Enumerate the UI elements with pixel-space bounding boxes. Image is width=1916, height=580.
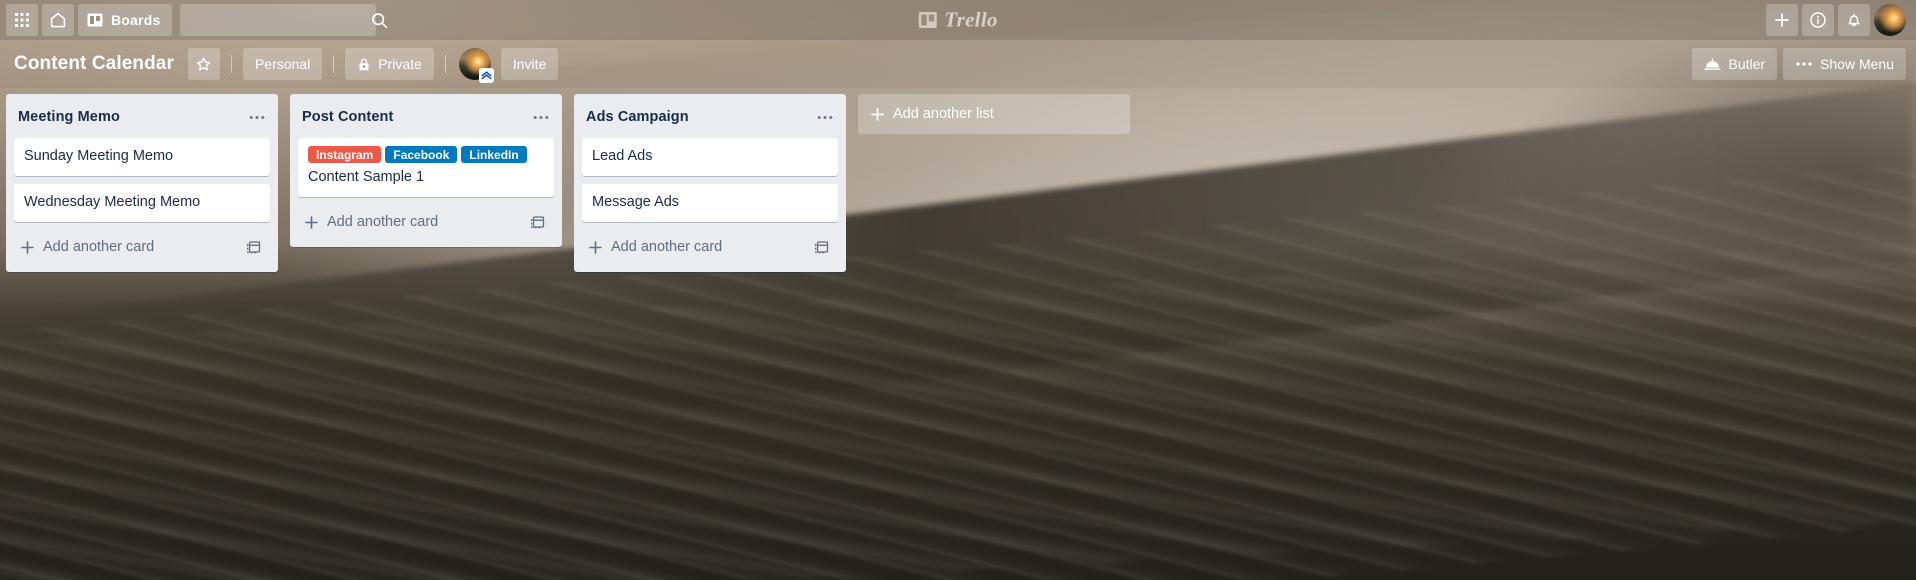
star-outline-icon	[195, 56, 212, 73]
add-card-label: Add another card	[327, 214, 439, 230]
add-list-button[interactable]: Add another list	[858, 94, 1130, 134]
show-menu-button[interactable]: Show Menu	[1783, 48, 1906, 80]
show-menu-label: Show Menu	[1820, 56, 1894, 72]
trello-logo[interactable]: Trello	[918, 8, 998, 33]
plus-icon	[1773, 11, 1791, 29]
board-header-bar: Content Calendar Personal Private Invite…	[0, 40, 1916, 88]
info-button[interactable]	[1802, 4, 1834, 36]
butler-cloche-icon	[1704, 57, 1722, 72]
avatar[interactable]	[1874, 4, 1906, 36]
list-header: Ads Campaign	[574, 94, 846, 138]
card-title: Sunday Meeting Memo	[24, 148, 174, 164]
visibility-label: Private	[378, 56, 422, 72]
list-header: Meeting Memo	[6, 94, 278, 138]
list-cards: Lead Ads Message Ads	[574, 138, 846, 222]
card-title: Lead Ads	[592, 148, 653, 164]
list-title[interactable]: Meeting Memo	[18, 109, 244, 125]
top-header-bar: Boards Trello	[0, 0, 1916, 40]
add-card-button[interactable]: Add another card	[14, 230, 270, 264]
member-badge-icon	[478, 68, 494, 83]
search-box[interactable]	[180, 4, 388, 36]
home-icon	[49, 11, 67, 29]
list-header: Post Content	[290, 94, 562, 138]
card-label-facebook[interactable]: Facebook	[385, 146, 458, 163]
card-template-icon[interactable]	[528, 212, 548, 232]
board-header-right-actions: Butler Show Menu	[1692, 48, 1906, 80]
board-lists-canvas: Meeting Memo Sunday Meeting Memo Wednesd…	[0, 88, 1916, 580]
workspace-label: Personal	[254, 56, 311, 72]
boards-label: Boards	[111, 12, 161, 28]
card[interactable]: Sunday Meeting Memo	[14, 138, 270, 176]
list-meeting-memo[interactable]: Meeting Memo Sunday Meeting Memo Wednesd…	[6, 94, 278, 272]
invite-label: Invite	[512, 56, 547, 72]
card[interactable]: Instagram Facebook LinkedIn Content Samp…	[298, 138, 554, 197]
list-menu-button[interactable]	[812, 104, 838, 130]
member-avatar[interactable]	[458, 48, 494, 83]
card-template-icon[interactable]	[812, 237, 832, 257]
plus-icon	[304, 215, 319, 230]
list-title[interactable]: Post Content	[302, 109, 528, 125]
star-board-button[interactable]	[187, 48, 220, 80]
board-icon	[87, 12, 103, 28]
trello-wordmark: Trello	[944, 7, 998, 32]
header-right-actions	[1766, 4, 1910, 36]
visibility-button[interactable]: Private	[345, 48, 434, 80]
boards-button[interactable]: Boards	[78, 4, 173, 36]
add-button[interactable]	[1766, 4, 1798, 36]
page-title: Content Calendar	[14, 53, 174, 74]
list-ads-campaign[interactable]: Ads Campaign Lead Ads Message Ads Add an…	[574, 94, 846, 272]
list-menu-button[interactable]	[528, 104, 554, 130]
plus-icon	[20, 240, 35, 255]
list-cards: Instagram Facebook LinkedIn Content Samp…	[290, 138, 562, 197]
list-post-content[interactable]: Post Content Instagram Facebook LinkedIn…	[290, 94, 562, 247]
card-title: Wednesday Meeting Memo	[24, 194, 201, 210]
workspace-button[interactable]: Personal	[242, 48, 323, 80]
add-card-button[interactable]: Add another card	[298, 205, 554, 239]
add-list-label: Add another list	[893, 106, 994, 122]
card[interactable]: Lead Ads	[582, 138, 838, 176]
card-label-linkedin[interactable]: LinkedIn	[461, 146, 527, 163]
list-menu-button[interactable]	[244, 104, 270, 130]
divider	[333, 55, 335, 73]
card-title: Content Sample 1	[308, 169, 425, 185]
apps-grid-button[interactable]	[6, 4, 38, 36]
card-labels: Instagram Facebook LinkedIn	[308, 146, 546, 163]
grid-apps-icon	[14, 12, 30, 28]
lock-icon	[357, 57, 371, 72]
divider	[230, 55, 232, 73]
add-card-label: Add another card	[611, 239, 723, 255]
bell-icon	[1845, 11, 1863, 29]
plus-icon	[870, 107, 885, 122]
butler-label: Butler	[1728, 56, 1766, 72]
card-label-instagram[interactable]: Instagram	[308, 146, 382, 163]
card-template-icon[interactable]	[244, 237, 264, 257]
card[interactable]: Message Ads	[582, 184, 838, 222]
card[interactable]: Wednesday Meeting Memo	[14, 184, 270, 222]
list-title[interactable]: Ads Campaign	[586, 109, 812, 125]
invite-button[interactable]: Invite	[500, 48, 559, 80]
plus-icon	[588, 240, 603, 255]
home-button[interactable]	[42, 4, 74, 36]
add-card-button[interactable]: Add another card	[582, 230, 838, 264]
search-input[interactable]	[190, 12, 372, 28]
info-circle-icon	[1809, 11, 1827, 29]
butler-button[interactable]: Butler	[1692, 48, 1778, 80]
ellipsis-icon	[1795, 61, 1813, 67]
divider	[444, 55, 446, 73]
trello-board-icon	[918, 11, 937, 30]
list-cards: Sunday Meeting Memo Wednesday Meeting Me…	[6, 138, 278, 222]
notifications-button[interactable]	[1838, 4, 1870, 36]
add-card-label: Add another card	[43, 239, 155, 255]
search-icon[interactable]	[371, 12, 388, 29]
card-title: Message Ads	[592, 194, 680, 210]
